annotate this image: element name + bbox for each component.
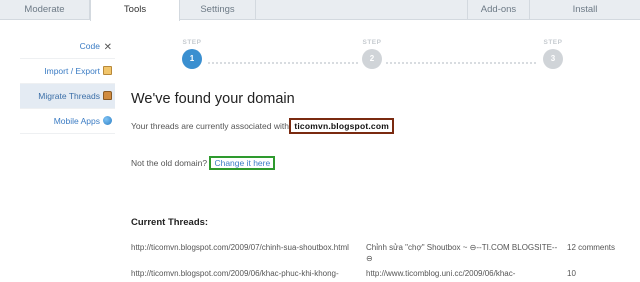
thread-url[interactable]: http://ticomvn.blogspot.com/2009/06/khac… xyxy=(131,268,361,279)
wrench-icon: ✕ xyxy=(103,42,112,53)
main-content: We've found your domain Your threads are… xyxy=(131,0,640,282)
old-domain-text: Not the old domain? Change it here xyxy=(131,156,276,170)
thread-title: http://www.ticomblog.uni.cc/2009/06/khac… xyxy=(366,269,516,278)
table-row: http://ticomvn.blogspot.com/2009/06/khac… xyxy=(131,268,640,282)
change-domain-link[interactable]: Change it here xyxy=(209,156,276,170)
association-text: Your threads are currently associated wi… xyxy=(131,118,395,134)
threads-title: Current Threads: xyxy=(131,217,209,228)
sidebar-item-mobile-apps[interactable]: Mobile Apps xyxy=(20,109,115,134)
tab-moderate[interactable]: Moderate xyxy=(0,0,90,20)
sidebar-item-label: Import / Export xyxy=(44,66,100,76)
association-label: Your threads are currently associated wi… xyxy=(131,121,289,131)
domain-value: ticomvn.blogspot.com xyxy=(289,118,395,134)
thread-comment-count: 10 xyxy=(567,269,576,278)
sidebar-item-migrate-threads[interactable]: Migrate Threads xyxy=(20,84,115,109)
page-heading: We've found your domain xyxy=(131,91,295,107)
thread-url[interactable]: http://ticomvn.blogspot.com/2009/07/chin… xyxy=(131,242,361,253)
lock-icon xyxy=(103,91,112,100)
sidebar-item-label: Migrate Threads xyxy=(38,91,100,101)
sidebar-item-import-export[interactable]: Import / Export xyxy=(20,59,115,84)
sidebar-item-label: Mobile Apps xyxy=(53,116,100,126)
box-icon xyxy=(103,66,112,75)
sidebar-item-code[interactable]: Code ✕ xyxy=(20,34,115,59)
thread-comment-count: 12 comments xyxy=(567,243,616,252)
thread-title: Chỉnh sửa "chợ" Shoutbox ~ ⊖--TI.COM BLO… xyxy=(366,243,558,263)
table-row: http://ticomvn.blogspot.com/2009/07/chin… xyxy=(131,242,640,268)
globe-icon xyxy=(103,116,112,125)
old-domain-label: Not the old domain? xyxy=(131,158,208,168)
sidebar-item-label: Code xyxy=(79,41,100,51)
threads-table: http://ticomvn.blogspot.com/2009/07/chin… xyxy=(131,242,640,282)
sidebar: Code ✕ Import / Export Migrate Threads Mo… xyxy=(20,34,115,134)
